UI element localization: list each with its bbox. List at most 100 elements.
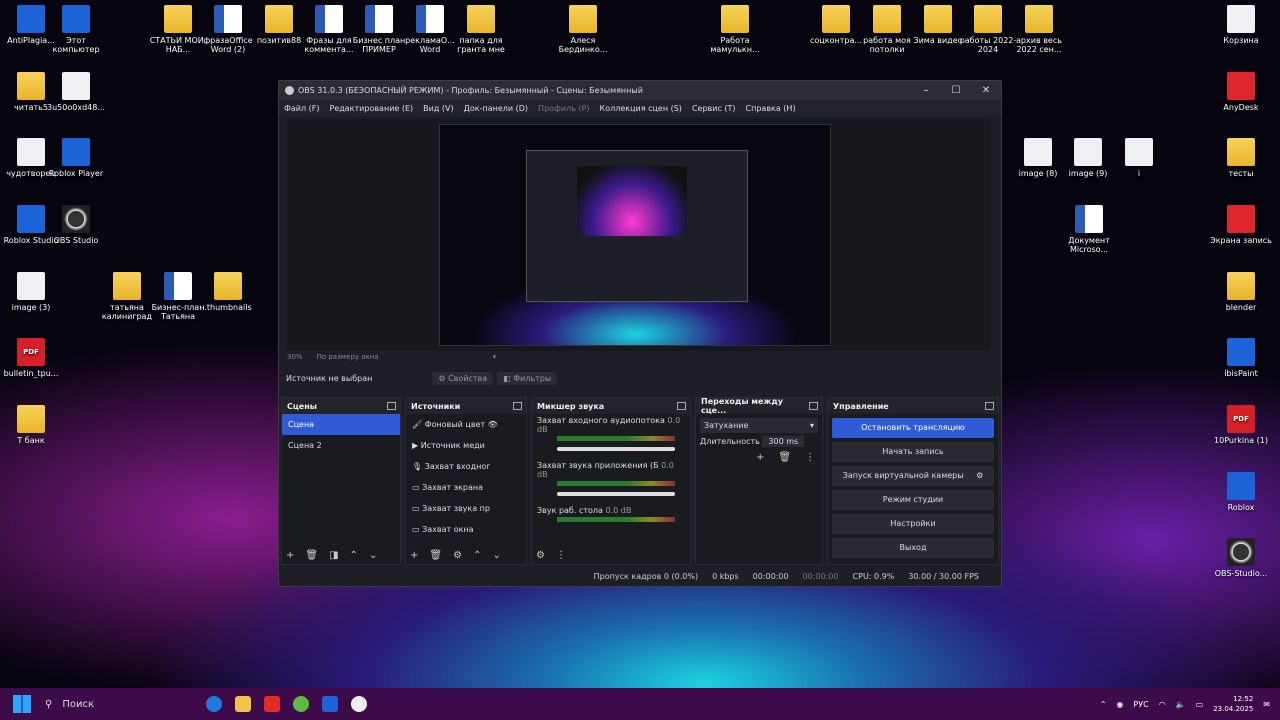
undock-icon[interactable]: [677, 402, 686, 410]
source-item[interactable]: ▭ Захват окна: [406, 519, 526, 540]
source-item[interactable]: ▭ Захват экрана: [406, 477, 526, 498]
desktop-icon[interactable]: blender: [1210, 272, 1272, 312]
duration-input[interactable]: 300 ms: [762, 436, 805, 447]
menu-profile[interactable]: Профиль (P): [538, 104, 589, 113]
maximize-button[interactable]: ☐: [941, 85, 971, 96]
minimize-button[interactable]: –: [911, 85, 941, 96]
chevron-down-icon[interactable]: ▾: [493, 353, 497, 361]
clock[interactable]: 12:52 23.04.2025: [1213, 694, 1253, 714]
desktop-icon[interactable]: Алеся Бердинко...: [552, 5, 614, 54]
desktop-icon[interactable]: Roblox Player: [45, 138, 107, 178]
desktop-icon[interactable]: PDF 10Purkina (1): [1210, 405, 1272, 445]
more-icon[interactable]: ⋮: [556, 550, 566, 561]
yandex-icon[interactable]: [264, 696, 280, 712]
start-recording-button[interactable]: Начать запись: [832, 442, 994, 462]
desktop-icon[interactable]: архив весь 2022 сен...: [1008, 5, 1070, 54]
title-bar[interactable]: OBS 31.0.3 (БЕЗОПАСНЫЙ РЕЖИМ) - Профиль:…: [279, 81, 1001, 100]
gear-icon[interactable]: ⚙: [536, 550, 545, 561]
roblox-taskbar-icon[interactable]: [322, 696, 338, 712]
add-icon[interactable]: +: [410, 550, 418, 561]
edge-icon[interactable]: [206, 696, 222, 712]
undock-icon[interactable]: [387, 402, 396, 410]
source-item[interactable]: ▶ Источник меди: [406, 435, 526, 456]
desktop-icon[interactable]: Экрана запись: [1210, 205, 1272, 245]
arrow-up-icon[interactable]: ⌃: [473, 550, 481, 561]
settings-button[interactable]: Настройки: [832, 514, 994, 534]
trash-icon[interactable]: 🗑: [305, 550, 318, 561]
desktop-icon[interactable]: 3u50o0xd48...: [45, 72, 107, 112]
desktop-icon[interactable]: Документ Microso...: [1058, 205, 1120, 254]
trash-icon[interactable]: 🗑: [429, 550, 442, 561]
desktop-icon[interactable]: Работа мамулькн...: [704, 5, 766, 54]
volume-slider[interactable]: [557, 447, 675, 451]
virtual-camera-button[interactable]: Запуск виртуальной камеры ⚙: [832, 466, 994, 486]
windows-start-icon[interactable]: [13, 695, 31, 713]
wifi-icon[interactable]: ◠: [1159, 700, 1166, 709]
filters-button[interactable]: ◧ Фильтры: [497, 371, 558, 385]
more-icon[interactable]: ⋮: [805, 452, 815, 463]
volume-slider[interactable]: [557, 492, 675, 496]
mixer-channel: Звук раб. стола 0.0 dB: [532, 504, 690, 524]
app-icon[interactable]: [293, 696, 309, 712]
menu-edit[interactable]: Редактирование (E): [330, 104, 414, 113]
desktop-icon[interactable]: PDF bulletin_tpu...: [0, 338, 62, 378]
source-item[interactable]: 🖌 Фоновый цвет 👁: [406, 414, 526, 435]
source-item[interactable]: ▭ Захват звука пр: [406, 498, 526, 519]
menu-file[interactable]: Файл (F): [284, 104, 320, 113]
folder-icon: [569, 5, 597, 33]
undock-icon[interactable]: [513, 402, 522, 410]
menu-tools[interactable]: Сервис (T): [692, 104, 736, 113]
desktop-icon[interactable]: тесты: [1210, 138, 1272, 178]
transition-select[interactable]: Затухание ▾: [700, 418, 818, 433]
chevron-up-icon[interactable]: ⌃: [1100, 700, 1107, 709]
desktop-icon[interactable]: i: [1108, 138, 1170, 178]
arrow-down-icon[interactable]: ⌄: [492, 550, 500, 561]
desktop-icon[interactable]: image (3): [0, 272, 62, 312]
file-explorer-icon[interactable]: [235, 696, 251, 712]
properties-button[interactable]: ⚙ Свойства: [432, 371, 494, 385]
white-icon: [1125, 138, 1153, 166]
menu-scene-collection[interactable]: Коллекция сцен (S): [600, 104, 682, 113]
obs-taskbar-icon[interactable]: [351, 696, 367, 712]
desktop-icon[interactable]: OBS-Studio...: [1210, 538, 1272, 578]
desktop-icon[interactable]: ibisPaint: [1210, 338, 1272, 378]
desktop-icon[interactable]: Этот компьютер: [45, 5, 107, 54]
stop-stream-button[interactable]: Остановить трансляцию: [832, 418, 994, 438]
desktop-icon[interactable]: Корзина: [1210, 5, 1272, 45]
gear-icon[interactable]: ⚙: [453, 550, 462, 561]
desktop-icon[interactable]: AnyDesk: [1210, 72, 1272, 112]
network-icon[interactable]: ◉: [1116, 700, 1123, 709]
arrow-down-icon[interactable]: ⌄: [369, 550, 377, 561]
add-icon[interactable]: +: [756, 452, 764, 463]
volume-icon[interactable]: 🔈: [1176, 700, 1186, 709]
desktop-icon[interactable]: OBS Studio: [45, 205, 107, 245]
notification-icon[interactable]: ✉: [1263, 700, 1270, 709]
close-button[interactable]: ✕: [971, 85, 1001, 96]
undock-icon[interactable]: [985, 402, 994, 410]
scene-item[interactable]: Сцена: [282, 414, 400, 435]
trash-icon[interactable]: 🗑: [778, 452, 791, 463]
menu-help[interactable]: Справка (H): [746, 104, 796, 113]
battery-icon[interactable]: ▭: [1196, 700, 1204, 709]
preview-canvas[interactable]: [287, 119, 991, 351]
gear-icon[interactable]: ⚙: [976, 471, 983, 480]
studio-mode-button[interactable]: Режим студии: [832, 490, 994, 510]
undock-icon[interactable]: [809, 402, 818, 410]
language-indicator[interactable]: РУС: [1133, 700, 1148, 709]
desktop-icon[interactable]: Т банк: [0, 405, 62, 445]
scene-item[interactable]: Сцена 2: [282, 435, 400, 456]
source-item[interactable]: 🎙 Захват входног: [406, 456, 526, 477]
filter-icon[interactable]: ◨: [329, 550, 338, 561]
desktop-icon[interactable]: Roblox: [1210, 472, 1272, 512]
desktop-icon[interactable]: .thumbnails: [197, 272, 259, 312]
menu-view[interactable]: Вид (V): [423, 104, 453, 113]
desktop-icon[interactable]: папка для гранта мне: [450, 5, 512, 54]
menu-docks[interactable]: Док-панели (D): [464, 104, 528, 113]
eye-icon[interactable]: 👁: [488, 420, 498, 429]
obs-window[interactable]: OBS 31.0.3 (БЕЗОПАСНЫЙ РЕЖИМ) - Профиль:…: [278, 80, 1002, 587]
exit-button[interactable]: Выход: [832, 538, 994, 558]
arrow-up-icon[interactable]: ⌃: [350, 550, 358, 561]
add-icon[interactable]: +: [286, 550, 294, 561]
zoom-mode-select[interactable]: По размеру окна: [317, 353, 379, 361]
search-box[interactable]: ⚲ Поиск: [45, 692, 193, 716]
